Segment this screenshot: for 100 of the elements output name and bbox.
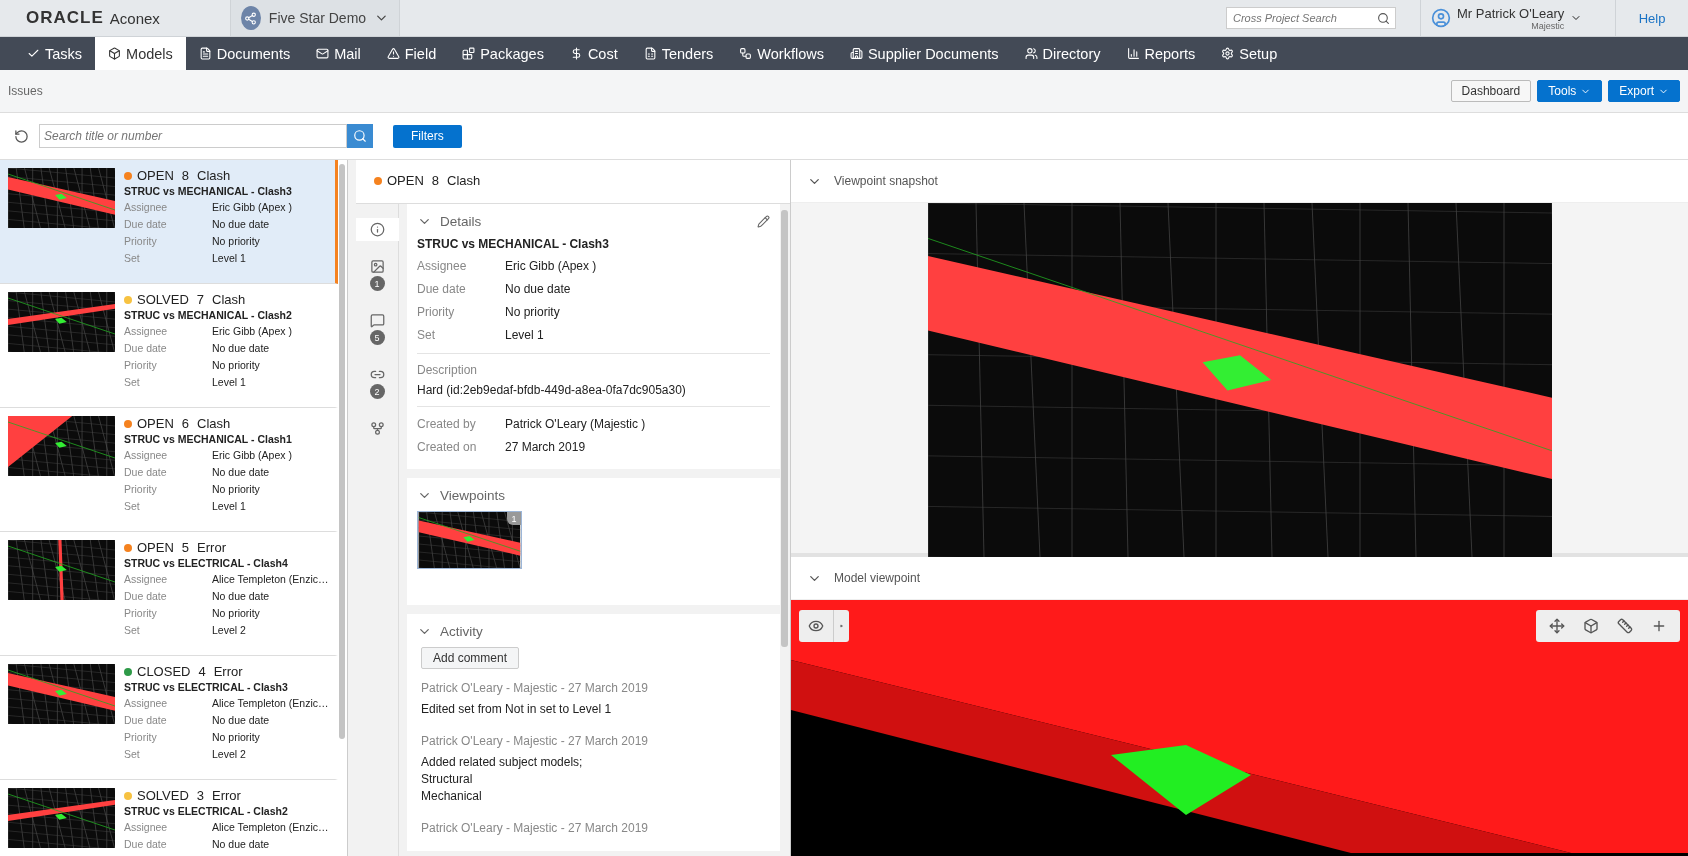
field-value: 27 March 2019 xyxy=(505,439,586,456)
nav-tab[interactable]: Tenders xyxy=(630,37,727,70)
field-value: Eric Gibb (Apex ) xyxy=(212,324,292,339)
filters-button[interactable]: Filters xyxy=(393,124,462,148)
field-value: No priority xyxy=(212,358,260,373)
nav-icon xyxy=(462,47,476,60)
field-label: Assignee xyxy=(124,448,169,463)
field-value: Alice Templeton (Enzic… xyxy=(212,696,329,711)
scrollbar[interactable] xyxy=(339,164,345,739)
activity-text: Added related subject models; Structural Mechanical xyxy=(420,754,584,805)
nav-icon xyxy=(739,47,753,60)
field-label: Set xyxy=(124,251,141,266)
field-value: Alice Templeton (Enzic… xyxy=(212,820,329,835)
section-heading: Model viewpoint xyxy=(834,571,921,585)
edit-icon[interactable] xyxy=(757,215,770,228)
issue-type: Error xyxy=(197,540,226,555)
issue-type: Error xyxy=(212,788,241,803)
plus-icon xyxy=(1651,618,1667,634)
field-value: No priority xyxy=(212,234,260,249)
cross-project-search-field[interactable]: Cross Project Search xyxy=(1226,7,1396,29)
section-heading: Viewpoint snapshot xyxy=(834,174,938,188)
issue-type: Clash xyxy=(212,292,246,307)
field-label: Assignee xyxy=(124,200,169,215)
nav-tab[interactable]: Packages xyxy=(449,37,557,70)
header-button[interactable]: Dashboard xyxy=(1450,80,1532,102)
field-value: Level 1 xyxy=(212,251,246,266)
field-label: Priority xyxy=(124,482,158,497)
nav-tab[interactable]: Workflows xyxy=(726,37,837,70)
section-heading: Activity xyxy=(440,624,483,639)
move-icon xyxy=(1549,618,1565,634)
user-menu[interactable]: Mr Patrick O'Leary Majestic xyxy=(1420,0,1616,36)
nav-tab[interactable]: Documents xyxy=(185,37,304,70)
field-value: No priority xyxy=(212,730,260,745)
activity-meta: Patrick O'Leary - Majestic - 27 March 2019 xyxy=(420,681,650,695)
issue-status: OPEN xyxy=(137,168,174,183)
field-value: Patrick O'Leary (Majestic ) xyxy=(505,416,646,433)
issue-type: Error xyxy=(213,664,243,679)
issue-title: STRUC vs MECHANICAL - Clash3 xyxy=(124,185,293,197)
nav-tab[interactable]: Setup xyxy=(1208,37,1291,70)
nav-tab[interactable]: Supplier Documents xyxy=(836,37,1012,70)
logo-product: Aconex xyxy=(109,9,160,27)
field-label: Set xyxy=(417,327,436,344)
side-tab[interactable]: 5 xyxy=(356,309,399,349)
field-value: Eric Gibb (Apex ) xyxy=(505,258,597,275)
project-icon xyxy=(241,6,261,30)
issue-type: Clash xyxy=(447,173,481,188)
field-label: Set xyxy=(124,499,141,514)
field-label: Priority xyxy=(124,358,158,373)
nav-tab[interactable]: Directory xyxy=(1011,37,1114,70)
nav-tab[interactable]: Models xyxy=(95,37,186,70)
field-value: Level 2 xyxy=(212,747,246,762)
issue-number: 6 xyxy=(181,416,190,431)
field-label: Due date xyxy=(417,281,467,298)
header-button[interactable]: Export xyxy=(1608,80,1680,102)
nav-tab[interactable]: Cost xyxy=(556,37,631,70)
description-text: Hard (id:2eb9edaf-bfdb-449d-a8ea-0fa7dc905a30) xyxy=(417,382,687,399)
issue-type: Clash xyxy=(197,416,231,431)
ruler-icon xyxy=(1617,618,1633,634)
info-icon xyxy=(369,222,385,237)
project-selector[interactable]: Five Star Demo xyxy=(230,0,400,36)
help-link[interactable]: Help xyxy=(1616,10,1688,26)
nav-icon xyxy=(1126,47,1140,60)
issue-card[interactable]: OPEN 8 Clash STRUC vs MECHANICAL - Clash3 Assignee Eric Gibb (Apex ) Due date No due date Priority No priority Set Level 1 xyxy=(0,160,338,284)
field-value: Level 1 xyxy=(212,375,246,390)
add-comment-button[interactable]: Add comment xyxy=(421,647,520,669)
nav-tab[interactable]: Mail xyxy=(303,37,374,70)
issue-type: Clash xyxy=(197,168,231,183)
search-button[interactable] xyxy=(347,124,373,148)
field-value: No due date xyxy=(212,217,270,232)
field-value: No due date xyxy=(212,465,270,480)
scrollbar[interactable] xyxy=(781,210,788,647)
field-label: Priority xyxy=(124,730,158,745)
cube-icon xyxy=(1583,618,1599,634)
nav-tab[interactable]: Tasks xyxy=(14,37,96,70)
field-value: No due date xyxy=(212,713,270,728)
field-label: Priority xyxy=(124,606,158,621)
field-value: No priority xyxy=(212,482,260,497)
activity-meta: Patrick O'Leary - Majestic - 27 March 2019 xyxy=(420,734,650,748)
comment-icon xyxy=(369,313,385,328)
field-label: Assignee xyxy=(124,572,169,587)
field-value: No due date xyxy=(212,837,270,852)
issue-number: 4 xyxy=(198,664,206,679)
field-label: Assignee xyxy=(124,324,169,339)
issue-number: 8 xyxy=(181,168,190,183)
issue-number: 3 xyxy=(196,788,204,803)
field-label: Due date xyxy=(124,589,168,604)
nav-tab[interactable]: Field xyxy=(373,37,450,70)
nav-tab[interactable]: Reports xyxy=(1113,37,1209,70)
side-tab[interactable] xyxy=(356,218,399,241)
branch-icon xyxy=(369,421,385,436)
search-icon xyxy=(353,129,367,143)
side-tab[interactable]: 2 xyxy=(356,363,399,403)
side-tab[interactable]: 1 xyxy=(356,255,399,295)
search-field[interactable]: Search title or number xyxy=(39,124,347,148)
field-value: Level 1 xyxy=(212,499,246,514)
header-button[interactable]: Tools xyxy=(1537,80,1603,102)
issue-number: 5 xyxy=(181,540,190,555)
field-value: Eric Gibb (Apex ) xyxy=(212,448,292,463)
field-value: No due date xyxy=(505,281,571,298)
refresh-icon[interactable] xyxy=(14,128,29,144)
